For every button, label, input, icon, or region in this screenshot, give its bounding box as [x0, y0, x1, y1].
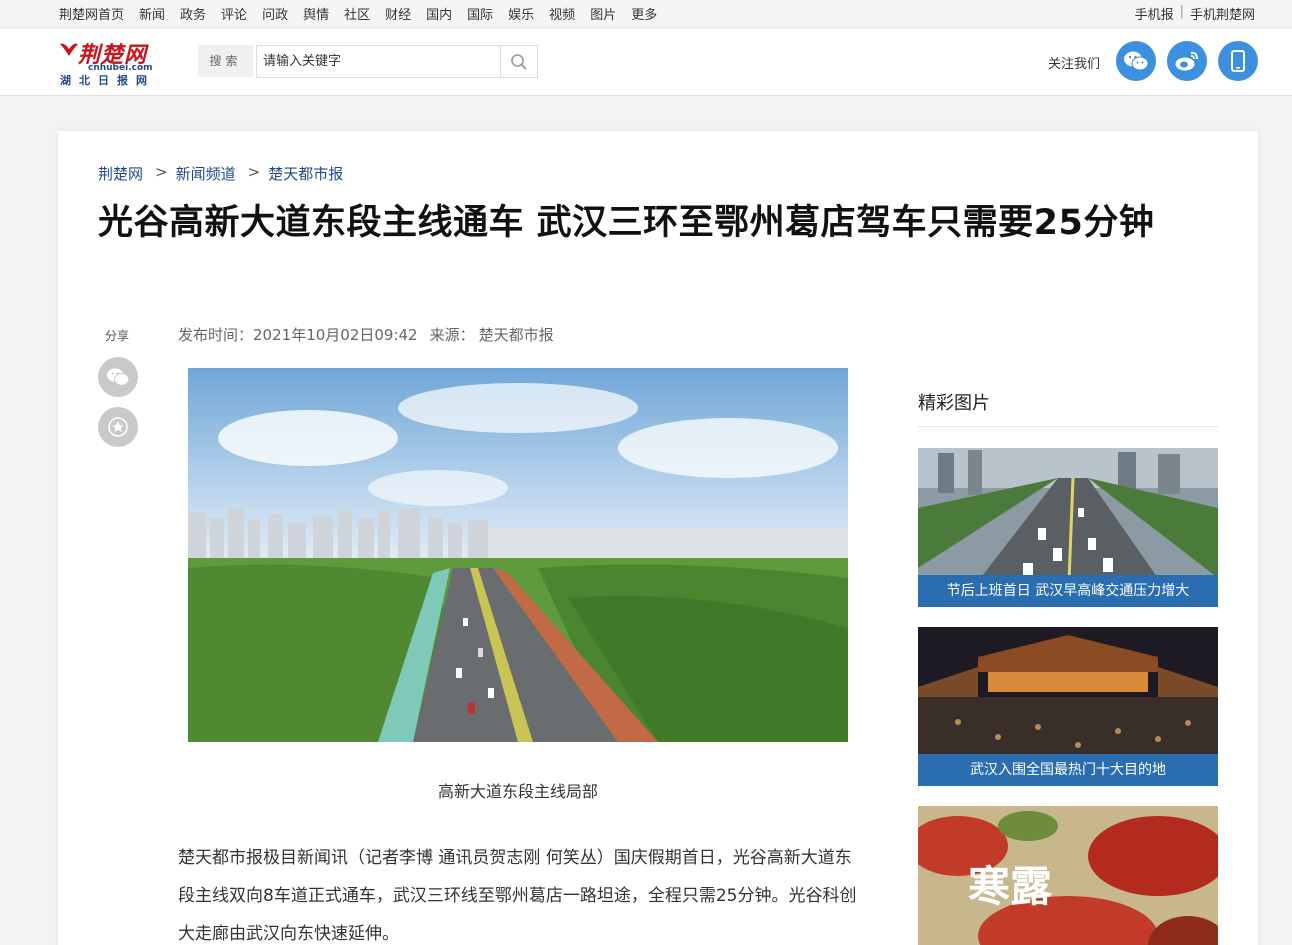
breadcrumb-separator: > [155, 163, 168, 181]
nav-pictures[interactable]: 图片 [590, 4, 616, 23]
highway-aerial-image [188, 368, 848, 742]
nav-gov[interactable]: 政务 [180, 4, 206, 23]
article-card: 荆楚网 > 新闻频道 > 楚天都市报 光谷高新大道东段主线通车 武汉三环至鄂州葛… [58, 131, 1258, 945]
share-wechat-button[interactable] [98, 357, 138, 397]
mobile-app-button[interactable] [1218, 41, 1258, 81]
logo-subtitle: 湖北日报网 [60, 74, 155, 87]
sidebar-photo-item[interactable]: 武汉入围全国最热门十大目的地 [918, 627, 1218, 786]
search-icon [511, 53, 527, 70]
sidebar-photo-item[interactable]: 寒露 [918, 806, 1218, 945]
mobile-paper-link[interactable]: 手机报 [1135, 4, 1174, 23]
top-nav-right: 手机报 | 手机荆楚网 [1135, 4, 1255, 23]
article-paragraph: 楚天都市报极目新闻讯（记者李博 通讯员贺志刚 何笑丛）国庆假期首日，光谷高新大道… [178, 848, 857, 944]
nav-news[interactable]: 新闻 [139, 4, 165, 23]
source-label: 来源： [429, 326, 475, 344]
autumn-leaves-photo: 寒露 [918, 806, 1218, 945]
nav-politics-qa[interactable]: 问政 [262, 4, 288, 23]
divider: | [1179, 4, 1184, 19]
nav-home[interactable]: 荆楚网首页 [59, 4, 124, 23]
weibo-icon [1175, 51, 1198, 71]
weibo-button[interactable] [1167, 41, 1207, 81]
top-nav-links: 荆楚网首页 新闻 政务 评论 问政 舆情 社区 财经 国内 国际 娱乐 视频 图… [59, 4, 672, 23]
nav-international[interactable]: 国际 [467, 4, 493, 23]
nav-comment[interactable]: 评论 [221, 4, 247, 23]
nav-finance[interactable]: 财经 [385, 4, 411, 23]
autumn-title-text: 寒露 [968, 862, 1053, 911]
site-logo[interactable]: 荆楚网 cnhubei.com 湖北日报网 [58, 37, 158, 87]
breadcrumb-separator: > [247, 163, 261, 181]
breadcrumb-home[interactable]: 荆楚网 [98, 163, 143, 184]
nav-public-opinion[interactable]: 舆情 [303, 4, 329, 23]
wechat-icon [1124, 51, 1149, 71]
publish-time: 2021年10月02日09:42 [253, 326, 418, 344]
sidebar-divider [918, 426, 1218, 427]
nav-more[interactable]: 更多 [631, 4, 657, 23]
share-label: 分享 [105, 329, 130, 343]
sidebar-photo-item[interactable]: 节后上班首日 武汉早高峰交通压力增大 [918, 448, 1218, 607]
sidebar-title: 精彩图片 [918, 393, 990, 414]
sidebar-photo-caption: 节后上班首日 武汉早高峰交通压力增大 [918, 575, 1218, 607]
favorite-button[interactable] [98, 407, 138, 447]
wechat-button[interactable] [1116, 41, 1156, 81]
nav-entertainment[interactable]: 娱乐 [508, 4, 534, 23]
publish-label: 发布时间： [178, 326, 254, 344]
article-hero-image [188, 368, 848, 742]
top-nav-bar: 荆楚网首页 新闻 政务 评论 问政 舆情 社区 财经 国内 国际 娱乐 视频 图… [0, 0, 1292, 28]
follow-us-label: 关注我们 [1048, 57, 1101, 72]
star-icon [108, 417, 128, 437]
article-meta: 发布时间： 2021年10月02日09:42 来源： 楚天都市报 [178, 324, 554, 345]
breadcrumb-source[interactable]: 楚天都市报 [268, 163, 343, 184]
article-title: 光谷高新大道东段主线通车 武汉三环至鄂州葛店驾车只需要25分钟 [98, 203, 1155, 243]
wechat-icon [107, 368, 130, 386]
site-header: 荆楚网 cnhubei.com 湖北日报网 搜索 关注我们 [0, 29, 1292, 96]
breadcrumb: 荆楚网 > 新闻频道 > 楚天都市报 [98, 163, 343, 184]
sidebar-photo-caption: 武汉入围全国最热门十大目的地 [918, 754, 1218, 786]
search-button[interactable] [500, 45, 538, 78]
breadcrumb-news-channel[interactable]: 新闻频道 [176, 163, 236, 184]
mobile-icon [1231, 50, 1245, 72]
nav-domestic[interactable]: 国内 [426, 4, 452, 23]
mobile-site-link[interactable]: 手机荆楚网 [1190, 4, 1255, 23]
logo-mark-icon [60, 43, 78, 56]
nav-community[interactable]: 社区 [344, 4, 370, 23]
search-label: 搜索 [198, 45, 253, 77]
image-caption: 高新大道东段主线局部 [437, 782, 598, 801]
search-input[interactable] [256, 45, 501, 78]
nav-video[interactable]: 视频 [549, 4, 575, 23]
source-name: 楚天都市报 [478, 326, 554, 344]
